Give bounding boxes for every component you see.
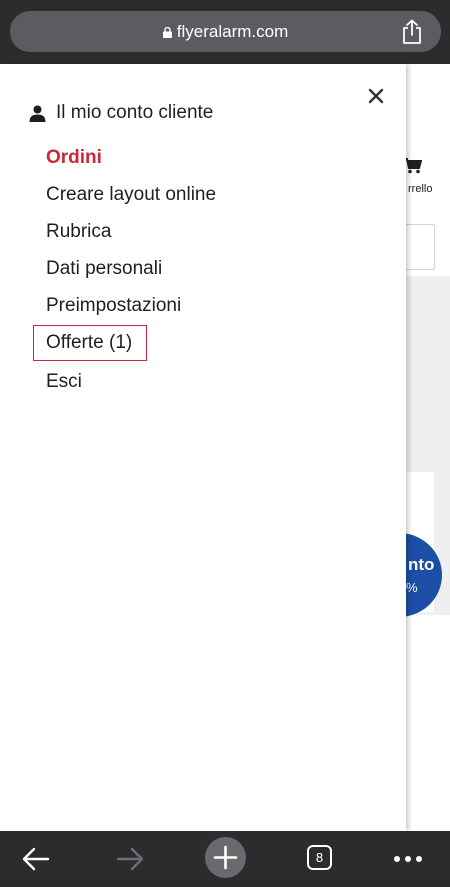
menu-item-offers[interactable]: Offerte (1) [33, 325, 147, 361]
share-icon[interactable] [400, 19, 424, 45]
forward-arrow-icon[interactable] [116, 846, 144, 872]
close-icon[interactable] [366, 86, 386, 106]
browser-top-bar: flyeralarm.com [0, 0, 450, 64]
menu-item-presets[interactable]: Preimpostazioni [33, 287, 216, 324]
promo-badge-subtext: % [406, 580, 418, 595]
menu-item-personal-data[interactable]: Dati personali [33, 250, 216, 287]
cart-icon[interactable] [404, 158, 422, 174]
promo-badge-text: nto [408, 555, 435, 574]
url-display[interactable]: flyeralarm.com [10, 11, 441, 52]
lock-icon [162, 27, 172, 38]
address-bar[interactable]: flyeralarm.com [10, 11, 441, 52]
menu-item-logout[interactable]: Esci [33, 363, 216, 400]
account-menu-panel: Il mio conto cliente Ordini Creare layou… [0, 64, 406, 831]
menu-item-create-layout[interactable]: Creare layout online [33, 176, 216, 213]
plus-icon [213, 845, 238, 870]
cart-label: rrello [408, 183, 433, 195]
tab-switcher-button[interactable]: 8 [307, 845, 332, 870]
account-menu-title: Il mio conto cliente [56, 102, 214, 123]
new-tab-button[interactable] [205, 837, 246, 878]
url-text: flyeralarm.com [176, 21, 289, 41]
more-options-icon[interactable] [393, 855, 423, 863]
back-arrow-icon[interactable] [22, 846, 50, 872]
menu-item-orders[interactable]: Ordini [33, 139, 216, 176]
account-menu-header: Il mio conto cliente [29, 100, 213, 126]
tab-count: 8 [315, 850, 324, 865]
browser-bottom-toolbar: 8 [0, 831, 450, 887]
account-menu-list: Ordini Creare layout online Rubrica Dati… [33, 139, 216, 400]
user-icon [29, 105, 46, 122]
menu-item-address-book[interactable]: Rubrica [33, 213, 216, 250]
